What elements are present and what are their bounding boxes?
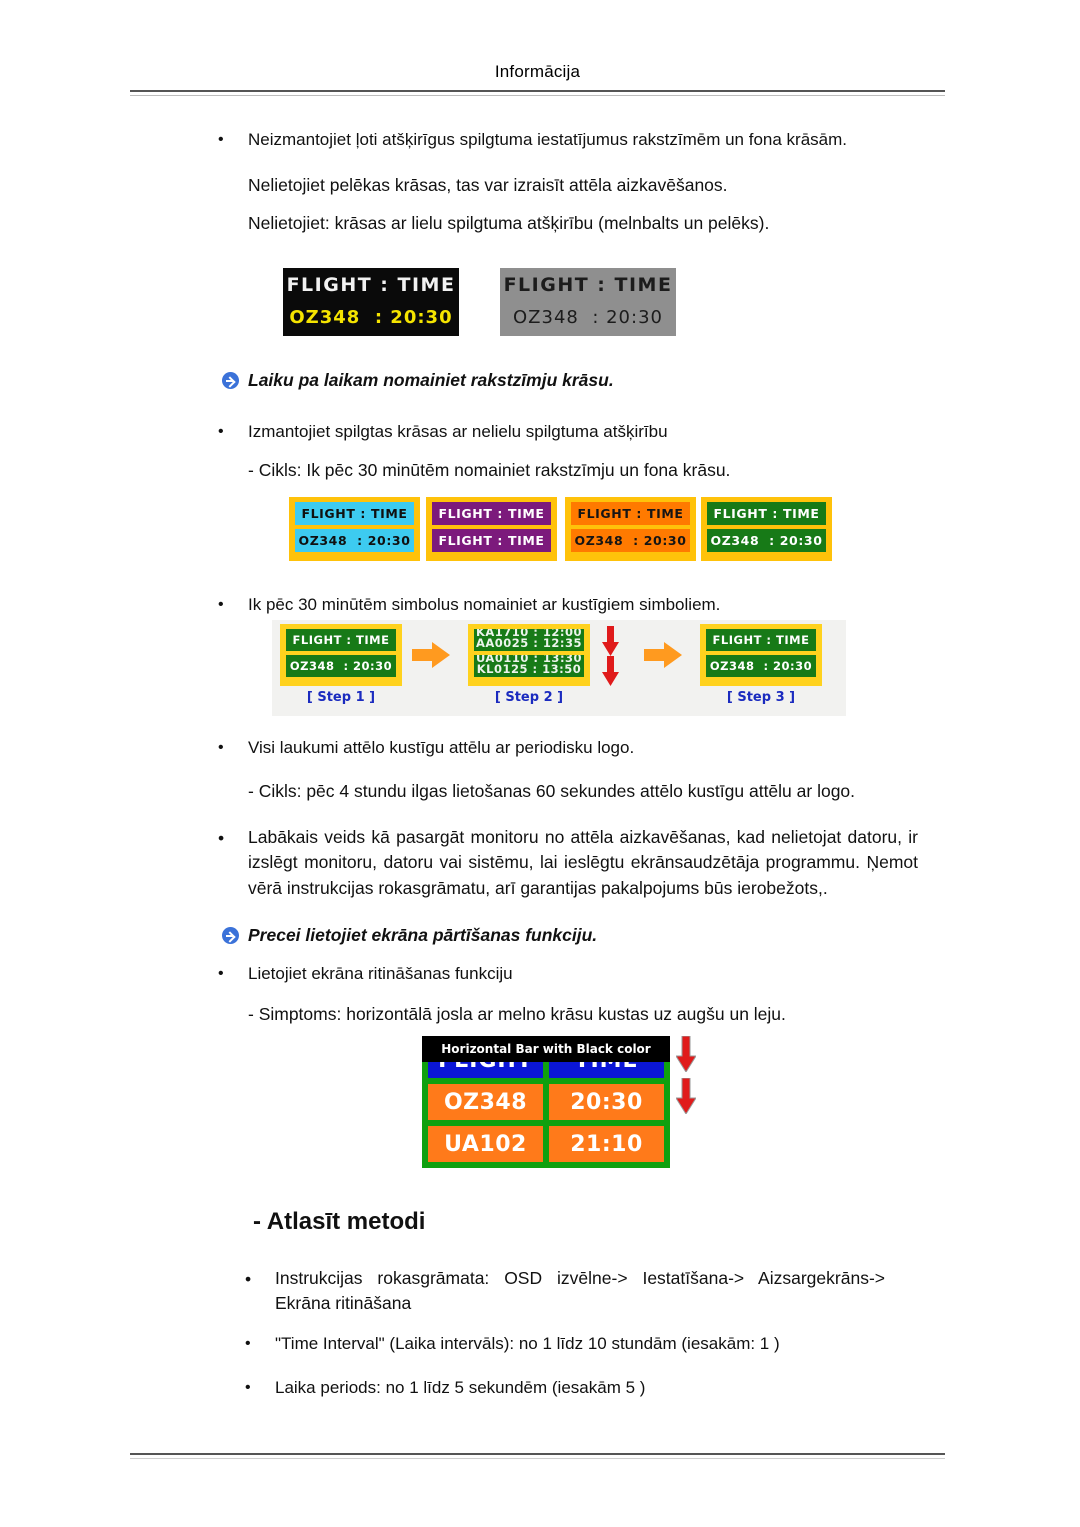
bullet-dot: • [218,423,224,440]
color-sample-cyan: FLIGHT : TIME OZ348 : 20:30 [289,497,420,561]
footer-divider [130,1453,945,1459]
red-down-arrow-icon [602,626,619,656]
highlight-note: Precei lietojiet ekrāna pārtīšanas funkc… [222,925,922,946]
data-cell-flight: OZ348 [428,1084,543,1120]
flight-display-gray: FLIGHT : TIME OZ348 : 20:30 [500,268,676,336]
display-row-header: FLIGHT : TIME [432,502,551,525]
step3-display: FLIGHT : TIME OZ348 : 20:30 [700,624,822,686]
step1-display: FLIGHT : TIME OZ348 : 20:30 [280,624,402,686]
bullet-dot: • [218,131,224,148]
display-row-header: FLIGHT : TIME [295,502,414,525]
blue-arrow-icon [222,927,239,944]
bullet-dot: • [218,739,224,756]
bullet-dot: • [245,1335,251,1352]
scroll-line: KL0125 : 13:50 [476,661,582,676]
orange-arrow-icon [412,642,450,668]
paragraph-line: Nelietojiet pelēkas krāsas, tas var izra… [248,175,728,195]
color-sample-purple: FLIGHT : TIME FLIGHT : TIME [426,497,557,561]
bullet-item: • Izmantojiet spilgtas krāsas ar nelielu… [218,422,918,442]
sub-line: - Cikls: pēc 4 stundu ilgas lietošanas 6… [248,781,856,801]
display-row-data: OZ348 : 20:30 [706,655,816,677]
page-title: Informācija [494,62,581,81]
red-down-arrow-icon [676,1036,696,1072]
bullet-text: Izmantojiet spilgtas krāsas ar nelielu s… [248,422,668,441]
display-row-header: FLIGHT : TIME [571,502,690,525]
bullet-item: • Neizmantojiet ļoti atšķirīgus spilgtum… [218,130,918,150]
display-row-header: FLIGHT : TIME [503,274,673,296]
display-row-data: OZ348 : 20:30 [289,306,453,328]
display-row-header: FLIGHT : TIME [706,629,816,651]
step2-display: KA1710 : 12:00 AA0025 : 12:35 UA0110 : 1… [468,624,590,686]
blue-arrow-icon [222,372,239,389]
data-cell-flight: UA102 [428,1126,543,1162]
display-row-header: FLIGHT : TIME [286,274,456,296]
bullet-text: Lietojiet ekrāna ritināšanas funkciju [248,964,513,983]
red-down-arrow-icon [602,656,619,686]
display-data-row: OZ348 20:30 [428,1084,664,1120]
step2-label: [ Step 2 ] [494,690,564,705]
display-row-data: OZ348 : 20:30 [286,655,396,677]
red-down-arrow-icon [676,1078,696,1114]
sub-line: - Cikls: Ik pēc 30 minūtēm nomainiet rak… [248,460,731,480]
header-divider [130,90,945,96]
paragraph-text: Instrukcijas rokasgrāmata: OSD izvēlne->… [275,1268,885,1314]
step1-label: [ Step 1 ] [306,690,376,705]
display-row-scrolling-top: KA1710 : 12:00 AA0025 : 12:35 [474,629,584,651]
bullet-dot: • [245,1269,252,1289]
highlight-note: Laiku pa laikam nomainiet rakstzīmju krā… [222,370,922,391]
step3-label: [ Step 3 ] [726,690,796,705]
highlight-text: Laiku pa laikam nomainiet rakstzīmju krā… [248,370,614,390]
paragraph-line: Nelietojiet: krāsas ar lielu spilgtuma a… [248,213,770,233]
bullet-item: • Ik pēc 30 minūtēm simbolus nomainiet a… [218,595,918,615]
color-sample-green: FLIGHT : TIME OZ348 : 20:30 [701,497,832,561]
flight-display-black: FLIGHT : TIME OZ348 : 20:30 [283,268,459,336]
paragraph-item: • Labākais veids kā pasargāt monitoru no… [218,825,918,901]
bullet-text: Ik pēc 30 minūtēm simbolus nomainiet ar … [248,595,721,614]
section-heading: - Atlasīt metodi [253,1208,426,1235]
bullet-dot: • [245,1379,251,1396]
display-row-data: OZ348 : 20:30 [571,529,690,552]
display-row-data: OZ348 : 20:30 [707,529,826,552]
scroll-line: AA0025 : 12:35 [475,635,583,650]
display-row-data: FLIGHT : TIME [432,529,551,552]
highlight-text: Precei lietojiet ekrāna pārtīšanas funkc… [248,925,598,945]
display-row-scrolling-bottom: UA0110 : 13:30 KL0125 : 13:50 [474,655,584,677]
bullet-dot: • [218,965,224,982]
paragraph-item: • Instrukcijas rokasgrāmata: OSD izvēlne… [245,1266,885,1317]
bullet-text: Laika periods: no 1 līdz 5 sekundēm (ies… [275,1378,646,1397]
orange-arrow-icon [644,642,682,668]
sub-line: - Simptoms: horizontālā josla ar melno k… [248,1004,786,1024]
bullet-text: "Time Interval" (Laika intervāls): no 1 … [275,1334,780,1353]
bullet-item: • Laika periods: no 1 līdz 5 sekundēm (i… [245,1378,945,1398]
bullet-text: Visi laukumi attēlo kustīgu attēlu ar pe… [248,738,635,757]
bullet-item: • "Time Interval" (Laika intervāls): no … [245,1334,945,1354]
bullet-dot: • [218,828,225,848]
bullet-text: Neizmantojiet ļoti atšķirīgus spilgtuma … [248,130,848,149]
bullet-item: • Visi laukumi attēlo kustīgu attēlu ar … [218,738,918,758]
step-sequence-illustration: FLIGHT : TIME OZ348 : 20:30 [ Step 1 ] K… [272,620,846,716]
bullet-dot: • [218,596,224,613]
color-sample-orange: FLIGHT : TIME OZ348 : 20:30 [565,497,696,561]
data-cell-time: 20:30 [549,1084,664,1120]
display-row-data: OZ348 : 20:30 [513,306,663,328]
document-page: Informācija • Neizmantojiet ļoti atšķirī… [0,0,1080,1527]
paragraph-text: Labākais veids kā pasargāt monitoru no a… [248,827,918,898]
display-row-header: FLIGHT : TIME [707,502,826,525]
display-row-header: FLIGHT : TIME [286,629,396,651]
bullet-item: • Lietojiet ekrāna ritināšanas funkciju [218,964,918,984]
data-cell-time: 21:10 [549,1126,664,1162]
display-row-data: OZ348 : 20:30 [295,529,414,552]
black-bar-overlay: Horizontal Bar with Black color [422,1036,670,1062]
display-data-row: UA102 21:10 [428,1126,664,1162]
